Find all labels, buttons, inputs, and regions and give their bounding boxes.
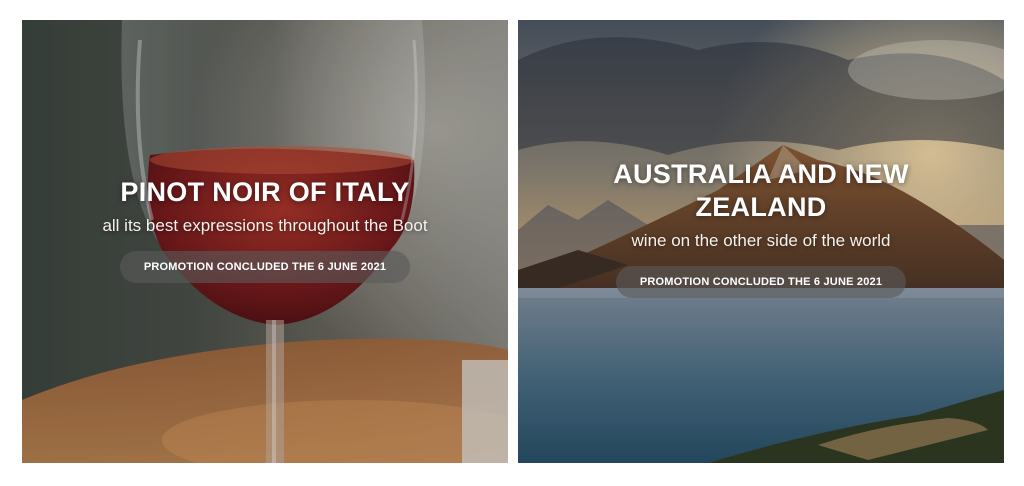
promotion-title: AUSTRALIA AND NEW ZEALAND — [613, 159, 909, 222]
promotion-card-australia-new-zealand[interactable]: AUSTRALIA AND NEW ZEALAND wine on the ot… — [518, 20, 1004, 463]
promotion-status-badge: PROMOTION CONCLUDED THE 6 JUNE 2021 — [119, 251, 411, 283]
promotion-title: PINOT NOIR OF ITALY — [120, 177, 410, 207]
promotion-card-pinot-noir[interactable]: PINOT NOIR OF ITALY all its best express… — [22, 20, 508, 463]
promotion-subtitle: all its best expressions throughout the … — [102, 216, 428, 235]
promotion-overlay: PINOT NOIR OF ITALY all its best express… — [22, 176, 508, 283]
promotion-status-badge: PROMOTION CONCLUDED THE 6 JUNE 2021 — [615, 266, 907, 298]
promotion-subtitle: wine on the other side of the world — [631, 231, 891, 250]
promotion-overlay: AUSTRALIA AND NEW ZEALAND wine on the ot… — [518, 158, 1004, 298]
promotions-grid: PINOT NOIR OF ITALY all its best express… — [0, 0, 1024, 486]
